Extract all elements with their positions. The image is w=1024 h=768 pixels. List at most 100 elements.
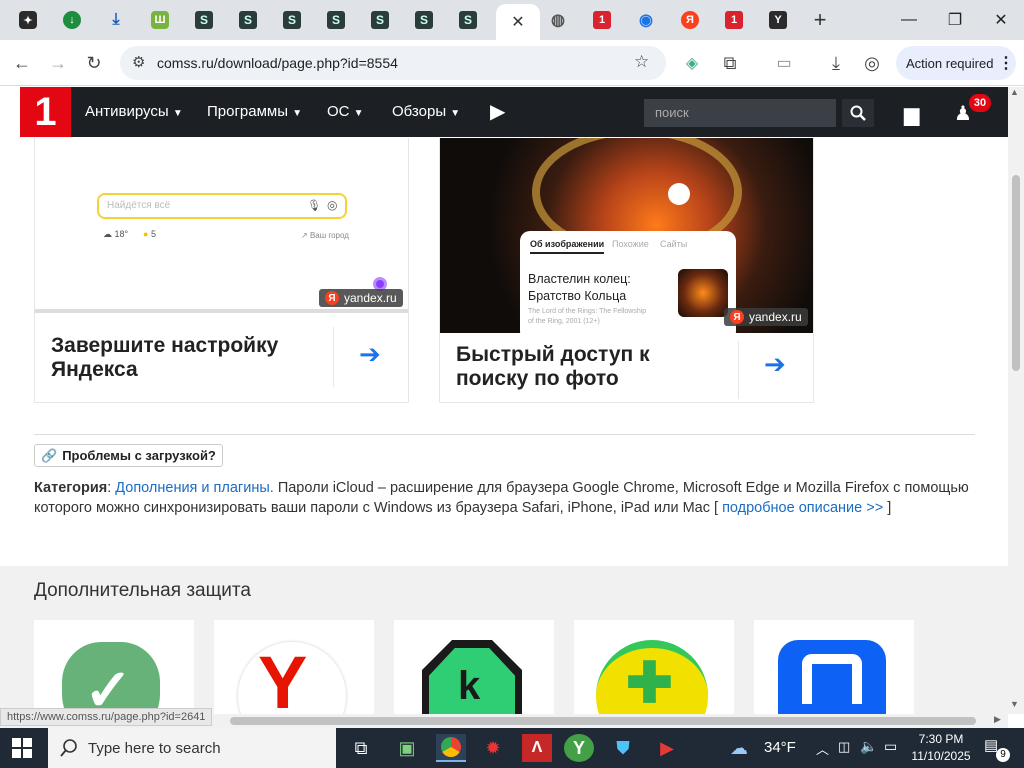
address-bar[interactable]: ⚙ comss.ru/download/page.php?id=8554 ☆ <box>120 46 666 80</box>
plus-icon: ✚ <box>626 651 673 714</box>
minimize-button[interactable]: — <box>886 0 932 40</box>
volume-icon[interactable]: 🔈 <box>860 738 877 755</box>
app-card-yandex-browser[interactable]: Y <box>214 620 374 714</box>
weather-widget: ☁ 18° <box>103 229 129 239</box>
game-icon[interactable]: ✹ <box>478 734 508 762</box>
downloads-icon[interactable]: ⤓ <box>822 49 850 77</box>
url-text[interactable]: comss.ru/download/page.php?id=8554 <box>157 55 398 71</box>
app-card-kaspersky[interactable]: k <box>394 620 554 714</box>
nav-label: Программы <box>207 103 289 120</box>
reload-button[interactable]: ↻ <box>80 49 108 77</box>
close-icon[interactable]: ✕ <box>511 12 524 32</box>
site-search-input[interactable]: поиск <box>644 99 836 127</box>
site-info-icon[interactable]: ⚙ <box>132 53 145 71</box>
chevron-up-icon[interactable]: ︿ <box>816 739 829 758</box>
new-tab-button[interactable]: + <box>800 6 840 34</box>
weather-temp[interactable]: 34°F <box>764 739 796 756</box>
maximize-button[interactable]: ❐ <box>932 0 978 40</box>
site-logo[interactable]: 1 <box>20 87 71 137</box>
app-icon[interactable]: Λ <box>522 734 552 762</box>
nav-os[interactable]: ОС ▼ <box>327 103 364 120</box>
tab[interactable]: Ш <box>140 6 180 34</box>
download-problems-button[interactable]: 🔗 Проблемы с загрузкой? <box>34 444 223 467</box>
download-circle-icon: ↓ <box>63 11 81 29</box>
scroll-right-icon[interactable]: ▶ <box>994 714 1001 725</box>
tab[interactable]: S <box>360 6 400 34</box>
close-window-button[interactable]: ✕ <box>978 0 1024 40</box>
tab[interactable]: Y <box>758 6 798 34</box>
category-end: ] <box>883 500 892 516</box>
tray-icon[interactable]: ◫ <box>838 739 850 755</box>
tab[interactable]: S <box>228 6 268 34</box>
category-label: Категория <box>34 480 108 496</box>
tab[interactable]: ⤓ <box>96 6 136 34</box>
clock[interactable]: 7:30 PM 11/10/2025 <box>906 731 976 765</box>
tab[interactable]: S <box>184 6 224 34</box>
tab[interactable]: Я <box>670 6 710 34</box>
city-text: Ваш город <box>309 231 349 240</box>
yandex-browser-taskbar-icon[interactable]: Y <box>564 734 594 762</box>
tab[interactable]: S <box>448 6 488 34</box>
notification-badge: 30 <box>969 94 991 112</box>
tab[interactable]: 1 <box>582 6 622 34</box>
category-link[interactable]: Дополнения и плагины. <box>115 480 274 496</box>
scrollbar-thumb[interactable] <box>1012 175 1020 371</box>
app-card-360-security[interactable]: ✚ <box>574 620 734 714</box>
tab[interactable]: ◉ <box>626 6 666 34</box>
task-view-icon[interactable]: ⧉ <box>346 734 376 762</box>
shield-icon[interactable]: ⛊ <box>608 734 638 762</box>
nav-label: Антивирусы <box>85 103 169 120</box>
s-icon: S <box>415 11 433 29</box>
video-icon[interactable]: ▶ <box>652 734 682 762</box>
screen-icon[interactable]: ▭ <box>770 49 798 77</box>
tab[interactable]: S <box>272 6 312 34</box>
taskbar-search[interactable]: Type here to search <box>48 728 336 768</box>
chat-icon[interactable]: ▆ <box>904 102 919 127</box>
tab[interactable]: S <box>404 6 444 34</box>
photo-search-card[interactable]: Об изображении Похожие Сайты Властелин к… <box>439 138 814 403</box>
tab[interactable]: ◍ <box>538 6 578 34</box>
tab[interactable]: ↓ <box>52 6 92 34</box>
action-required-button[interactable]: Action required ⋮ <box>896 46 1016 80</box>
yandex-setup-card[interactable]: Найдётся всё 🎙 ◎ ☁ 18° ● 5 ↗ Ваш город Я… <box>34 138 409 403</box>
chrome-icon: ◉ <box>639 12 653 29</box>
arrow-right-icon[interactable]: ➔ <box>359 339 381 370</box>
arrow-right-icon[interactable]: ➔ <box>764 349 786 380</box>
scroll-up-icon[interactable]: ▲ <box>1010 87 1019 97</box>
card-image: Об изображении Похожие Сайты Властелин к… <box>440 138 813 333</box>
star-icon[interactable]: ☆ <box>634 52 649 72</box>
details-link[interactable]: подробное описание >> <box>722 500 883 516</box>
nav-reviews[interactable]: Обзоры ▼ <box>392 103 460 120</box>
tab[interactable]: 1 <box>714 6 754 34</box>
tab[interactable]: S <box>316 6 356 34</box>
extension-icon[interactable]: ◈ <box>678 49 706 77</box>
tab-active[interactable]: ✕ <box>496 4 540 40</box>
back-button[interactable]: ← <box>8 49 36 77</box>
s-icon: S <box>239 11 257 29</box>
scrollbar-thumb[interactable] <box>230 717 976 725</box>
tag-text: yandex.ru <box>749 310 802 324</box>
profile-icon[interactable]: ◎ <box>858 49 886 77</box>
forward-button[interactable]: → <box>44 49 72 77</box>
app-card-adguard[interactable]: ✓ <box>34 620 194 714</box>
city-widget: ↗ Ваш город <box>301 231 349 240</box>
focus-dot <box>668 183 690 205</box>
nav-antivirus[interactable]: Антивирусы ▼ <box>85 103 183 120</box>
card-title: Завершите настройку Яндекса <box>51 334 279 381</box>
weather-icon[interactable]: ☁ <box>730 738 748 759</box>
puzzle-icon[interactable]: ⧉ <box>716 49 744 77</box>
nav-programs[interactable]: Программы ▼ <box>207 103 302 120</box>
menu-icon[interactable]: ⋮ <box>998 53 1014 73</box>
play-icon[interactable]: ▶ <box>490 99 505 124</box>
camera-icon: ◎ <box>327 198 338 212</box>
network-icon[interactable]: ▭ <box>884 738 897 755</box>
vertical-scrollbar[interactable]: ▲ ▼ <box>1008 87 1024 714</box>
app-icon[interactable]: ▣ <box>392 734 422 762</box>
search-button[interactable] <box>842 99 874 127</box>
scroll-down-icon[interactable]: ▼ <box>1010 699 1019 709</box>
app-card-malwarebytes[interactable] <box>754 620 914 714</box>
windows-start-icon[interactable] <box>12 738 32 763</box>
tab[interactable]: ✦ <box>8 6 48 34</box>
card-title: Быстрый доступ к поиску по фото <box>456 343 650 390</box>
chrome-taskbar-icon[interactable] <box>436 734 466 762</box>
